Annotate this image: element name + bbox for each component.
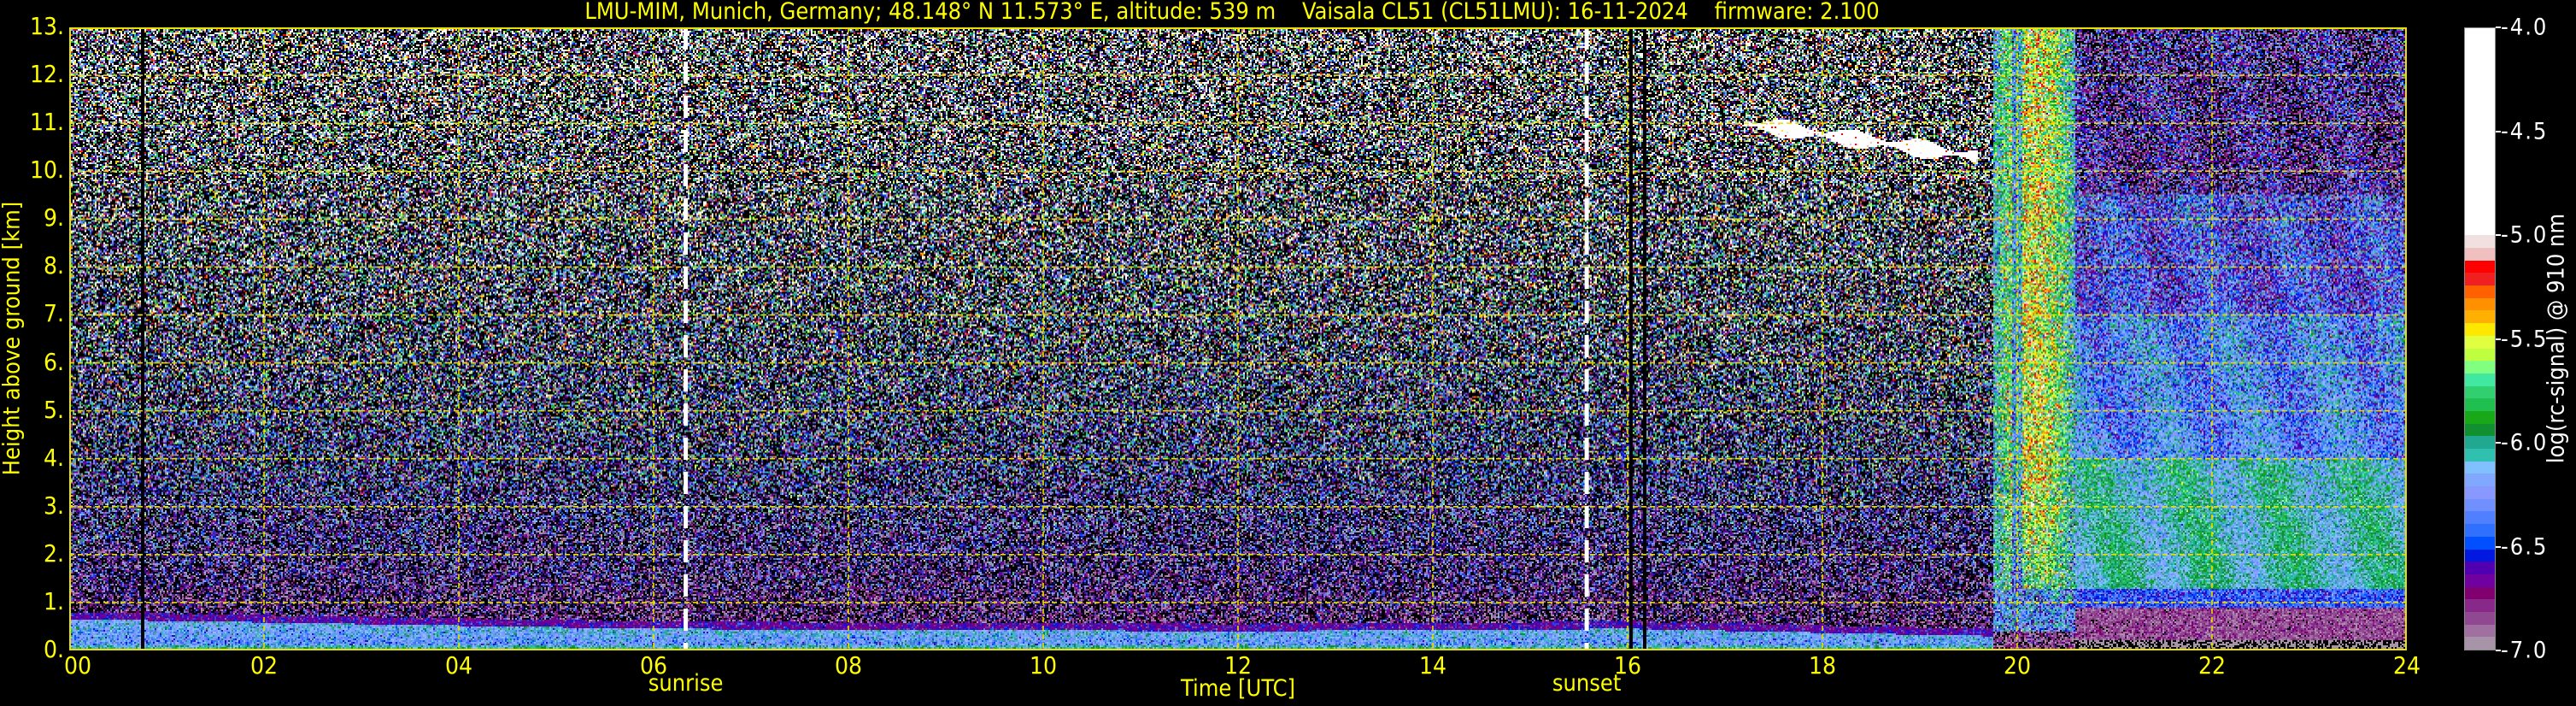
colorbar-swatch (2465, 498, 2495, 512)
x-tick-label: 20 (2003, 651, 2032, 680)
y-tick-label: 7. (43, 299, 64, 328)
plot-area (69, 27, 2407, 650)
y-tick-label: 13. (29, 12, 64, 40)
y-tick-label: 11. (29, 108, 64, 137)
colorbar-swatch (2465, 260, 2495, 274)
colorbar-swatch (2465, 373, 2495, 386)
colorbar-swatch (2465, 574, 2495, 587)
colorbar-swatch (2465, 586, 2495, 600)
colorbar-swatch (2465, 348, 2495, 362)
x-tick-label: 10 (1029, 651, 1058, 680)
colorbar-swatch (2465, 335, 2495, 349)
colorbar-swatch (2465, 611, 2495, 625)
colorbar-swatch (2465, 485, 2495, 499)
colorbar-swatch (2465, 273, 2495, 286)
x-tick-label: 04 (444, 651, 473, 680)
x-tick-label: 22 (2198, 651, 2227, 680)
colorbar-swatch (2465, 549, 2495, 562)
colorbar-swatch (2465, 511, 2495, 525)
y-tick-label: 10. (29, 156, 64, 185)
colorbar-tick-label: -4.5 (2501, 118, 2549, 144)
y-tick-label: 6. (43, 347, 64, 376)
y-tick-label: 9. (43, 203, 64, 232)
x-tick-label: 24 (2392, 651, 2421, 680)
y-tick-label: 2. (43, 538, 64, 568)
colorbar-swatch (2465, 285, 2495, 298)
y-axis-label: Height above ground [km] (0, 201, 26, 476)
sunset-label: sunset (1552, 670, 1622, 697)
colorbar-swatch (2465, 360, 2495, 374)
colorbar-tick-label: -5.5 (2501, 326, 2549, 352)
colorbar-swatch (2465, 536, 2495, 550)
colorbar-swatch (2465, 624, 2495, 638)
colorbar-swatch (2465, 461, 2495, 474)
colorbar-tick-label: -7.0 (2501, 637, 2549, 664)
colorbar-tick-label: -6.5 (2501, 533, 2549, 560)
colorbar (2464, 27, 2496, 650)
sunrise-label: sunrise (648, 670, 724, 697)
y-tick-label: 3. (43, 491, 64, 520)
x-tick-label: 18 (1808, 651, 1837, 680)
colorbar-swatch (2465, 523, 2495, 537)
x-tick-label: 00 (63, 651, 92, 680)
colorbar-swatch (2465, 410, 2495, 424)
colorbar-tick-label: -5.0 (2501, 221, 2549, 249)
y-tick-label: 5. (43, 395, 64, 424)
x-tick-label: 08 (834, 651, 863, 680)
colorbar-swatch (2465, 385, 2495, 399)
colorbar-label: log(rc-signal) @ 910 nm (2543, 213, 2570, 464)
colorbar-swatch (2465, 234, 2495, 249)
colorbar-tick-label: -4.0 (2501, 14, 2549, 41)
x-axis-label: Time [UTC] (1180, 675, 1296, 702)
chart-title: LMU-MIM, Munich, Germany; 48.148° N 11.5… (584, 0, 1880, 25)
colorbar-swatch (2465, 397, 2495, 411)
colorbar-swatch (2465, 448, 2495, 462)
colorbar-swatch (2465, 435, 2495, 450)
y-tick-label: 1. (43, 586, 64, 615)
colorbar-swatch (2465, 322, 2495, 336)
colorbar-tick-label: -6.0 (2501, 429, 2549, 456)
y-tick-label: 4. (43, 443, 64, 472)
colorbar-swatch (2465, 561, 2495, 574)
colorbar-swatch (2465, 247, 2495, 261)
colorbar-saturated-segment (2465, 28, 2495, 236)
colorbar-swatch (2465, 636, 2495, 650)
y-tick-label: 12. (29, 60, 64, 89)
x-tick-label: 02 (249, 651, 279, 680)
x-tick-label: 14 (1418, 651, 1447, 680)
colorbar-swatch (2465, 598, 2495, 612)
colorbar-swatch (2465, 474, 2495, 487)
colorbar-swatch (2465, 297, 2495, 311)
colorbar-swatch (2465, 423, 2495, 437)
y-tick-label: 8. (43, 251, 64, 280)
y-tick-label: 0. (43, 635, 64, 663)
grid-overlay (69, 27, 2407, 650)
colorbar-swatch (2465, 310, 2495, 324)
